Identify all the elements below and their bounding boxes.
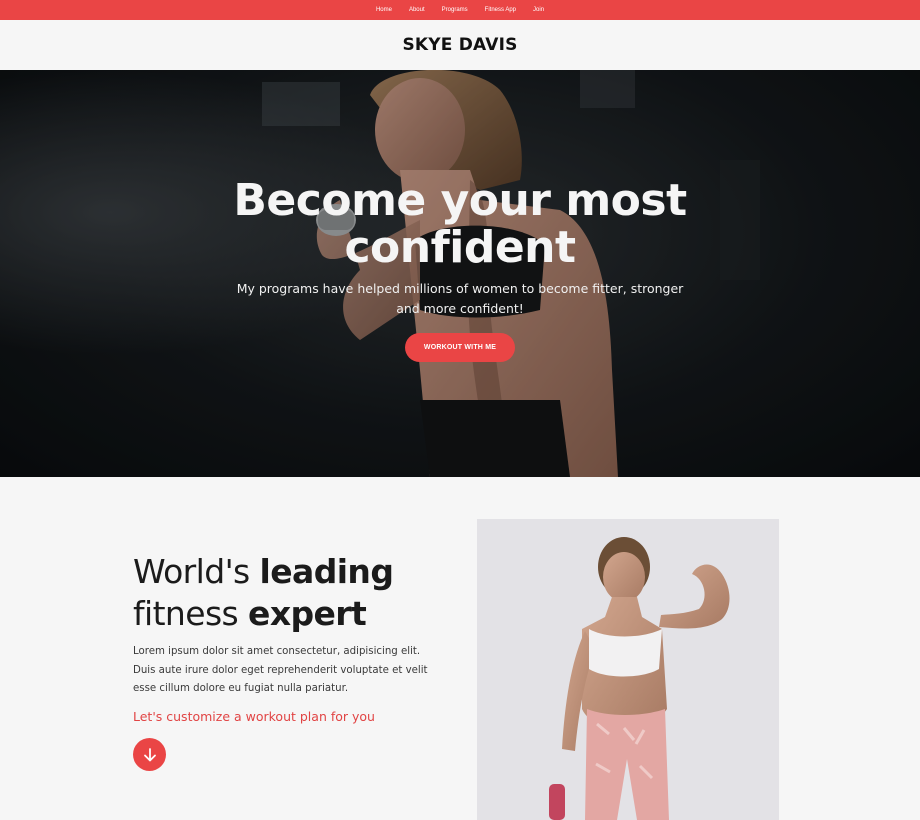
nav-join-link[interactable]: Join	[525, 0, 553, 20]
hero-title-line2: confident	[344, 222, 576, 273]
top-nav: Home About Programs Fitness App Join	[0, 0, 920, 20]
about-heading: World's leading fitness expert	[133, 551, 394, 635]
nav-programs-link[interactable]: Programs	[433, 0, 476, 20]
hero-overlay	[0, 70, 920, 477]
hero-subtitle: My programs have helped millions of wome…	[236, 281, 684, 316]
workout-with-me-button[interactable]: WORKOUT WITH ME	[405, 333, 515, 362]
hero-section: Become your most confident My programs h…	[0, 70, 920, 477]
trainer-photo	[477, 519, 779, 820]
about-body-text: Lorem ipsum dolor sit amet consectetur, …	[133, 646, 428, 694]
brand-header: SKYE DAVIS	[0, 20, 920, 70]
nav-home-link[interactable]: Home	[367, 0, 400, 20]
arrow-down-icon	[143, 747, 156, 761]
about-heading-bold1: leading	[259, 552, 394, 591]
scroll-down-button[interactable]	[133, 738, 166, 771]
nav-fitness-app-link[interactable]: Fitness App	[476, 0, 524, 20]
about-heading-light2: fitness	[133, 594, 249, 633]
nav-about-link[interactable]: About	[400, 0, 433, 20]
site-logo[interactable]: SKYE DAVIS	[402, 35, 517, 55]
trainer-photo-image	[477, 519, 779, 820]
customize-plan-link[interactable]: Let's customize a workout plan for you	[133, 709, 375, 724]
hero-title-line1: Become your most	[233, 175, 687, 226]
about-heading-bold2: expert	[248, 594, 367, 633]
about-heading-light1: World's	[133, 552, 260, 591]
hero-title: Become your most confident	[0, 177, 920, 271]
